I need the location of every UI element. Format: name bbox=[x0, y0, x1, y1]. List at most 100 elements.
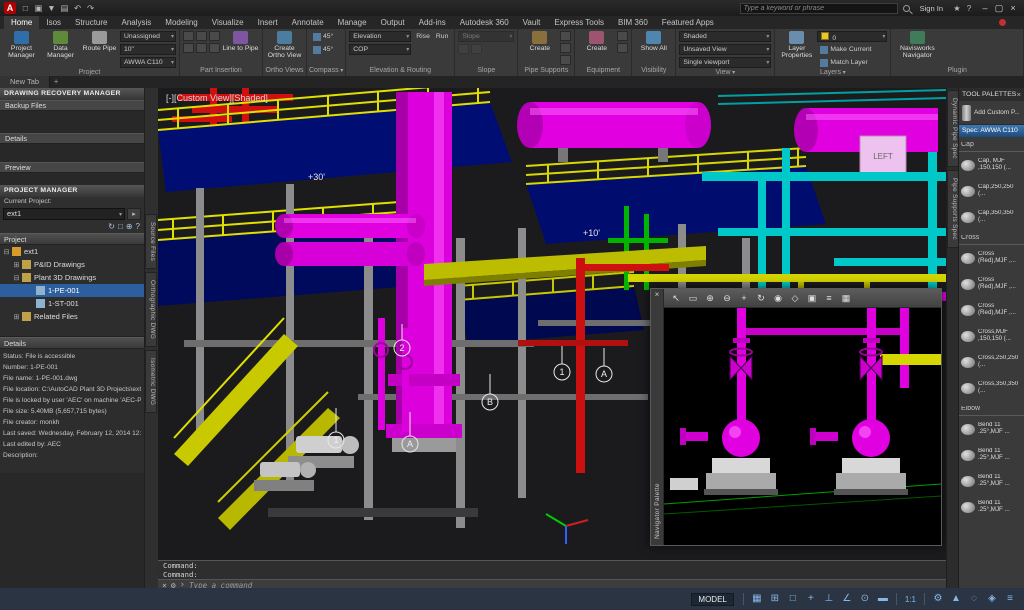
select-icon[interactable]: ↖ bbox=[669, 293, 683, 304]
tool-palette-item[interactable]: Cross (Red),MJF ,... bbox=[959, 271, 1024, 297]
help-icon[interactable]: ? bbox=[963, 4, 975, 13]
annotation-scale-button[interactable]: 1:1 bbox=[902, 595, 919, 604]
create-pipe-support-button[interactable]: Create bbox=[521, 31, 558, 66]
ribbon-tab[interactable]: Structure bbox=[68, 16, 114, 29]
expander-icon[interactable]: ⊟ bbox=[12, 274, 21, 282]
sectioning-icon[interactable]: ≡ bbox=[822, 293, 836, 303]
navigator-close-icon[interactable]: × bbox=[655, 289, 660, 301]
ribbon-tab[interactable]: Insert bbox=[251, 16, 285, 29]
palette-side-tab[interactable]: Isometric DWG bbox=[145, 350, 157, 413]
home-view-icon[interactable]: ▦ bbox=[839, 293, 853, 304]
project-section-header[interactable]: Project bbox=[0, 233, 144, 245]
isolate-objects-icon[interactable]: ◌ bbox=[966, 591, 982, 607]
ribbon-tab[interactable]: BIM 360 bbox=[611, 16, 655, 29]
make-current-button[interactable]: Make Current bbox=[817, 44, 887, 55]
tool-palettes-header[interactable]: TOOL PALETTES × bbox=[959, 88, 1024, 101]
pipe-size-dropdown[interactable]: 10" bbox=[120, 44, 176, 55]
snap-icon[interactable]: ⊞ bbox=[767, 591, 783, 607]
tool-palette-item[interactable]: Cross,MJF ,150,150 (... bbox=[959, 323, 1024, 349]
redo-icon[interactable]: ↷ bbox=[84, 1, 97, 15]
ribbon-tab[interactable]: Featured Apps bbox=[655, 16, 721, 29]
ribbon-tab[interactable]: Autodesk 360 bbox=[453, 16, 516, 29]
project-manager-button[interactable]: Project Manager bbox=[3, 31, 40, 68]
tool-palette-item[interactable]: Elbow bbox=[959, 403, 1024, 416]
new-drawing-icon[interactable]: □ bbox=[118, 221, 123, 233]
equipment-tool-icon[interactable] bbox=[617, 31, 628, 41]
annotation-visibility-icon[interactable]: ▲ bbox=[948, 591, 964, 607]
match-layer-button[interactable]: Match Layer bbox=[817, 57, 887, 68]
tree-item-1-st-001[interactable]: 1-ST-001 bbox=[0, 297, 144, 310]
expander-icon[interactable]: ⊞ bbox=[12, 313, 21, 321]
slope-tool-icon[interactable] bbox=[458, 44, 469, 54]
create-equipment-button[interactable]: Create bbox=[578, 31, 615, 66]
expander-icon[interactable]: ⊞ bbox=[12, 261, 21, 269]
infer-constraints-icon[interactable]: □ bbox=[785, 591, 801, 607]
undo-icon[interactable]: ↶ bbox=[71, 1, 84, 15]
line-to-pipe-button[interactable]: Line to Pipe bbox=[222, 31, 259, 66]
cop-dropdown[interactable]: COP bbox=[349, 44, 411, 55]
panel-label-view[interactable]: View bbox=[676, 68, 774, 76]
ribbon-tab[interactable]: Home bbox=[4, 16, 39, 29]
tree-item-related-files[interactable]: ⊞ Related Files bbox=[0, 310, 144, 323]
open-icon[interactable]: ▣ bbox=[32, 1, 45, 15]
slope-dropdown[interactable]: Slope bbox=[458, 31, 514, 42]
perspective-icon[interactable]: ◇ bbox=[788, 293, 802, 304]
ortho-icon[interactable]: ⊥ bbox=[821, 591, 837, 607]
ribbon-tab[interactable]: Annotate bbox=[285, 16, 331, 29]
ribbon-tab[interactable]: Express Tools bbox=[547, 16, 611, 29]
palette-side-tab[interactable]: Orthographic DWG bbox=[145, 272, 157, 347]
workspace-gear-icon[interactable]: ⚙ bbox=[930, 591, 946, 607]
navigator-palette-window[interactable]: × Navigator Palette ↖▭⊕⊖+↻◉◇▣≡▦ bbox=[650, 288, 942, 546]
ribbon-tab[interactable]: Modeling bbox=[158, 16, 204, 29]
tool-palette-item[interactable]: Cross,250,250 (... bbox=[959, 349, 1024, 375]
lineweight-icon[interactable]: ▬ bbox=[875, 591, 891, 607]
add-custom-part-button[interactable]: Add Custom P... bbox=[959, 101, 1024, 125]
pipe-support-tool-icon[interactable] bbox=[560, 31, 571, 41]
panel-label-project[interactable]: Project bbox=[0, 68, 179, 76]
drawing-recovery-title[interactable]: DRAWING RECOVERY MANAGER bbox=[0, 88, 144, 100]
backup-files-list[interactable] bbox=[0, 111, 144, 133]
navigator-3d-view[interactable] bbox=[664, 308, 941, 545]
save-icon[interactable]: ▼ bbox=[45, 1, 58, 15]
viewport-config-dropdown[interactable]: Single viewport bbox=[679, 57, 771, 68]
elevation-dropdown[interactable]: Elevation bbox=[349, 31, 411, 42]
layer-properties-button[interactable]: Layer Properties bbox=[778, 31, 815, 68]
tool-palette-item[interactable]: Bend 11 .25°,MJF ... bbox=[959, 416, 1024, 442]
attach-drawing-icon[interactable]: ⊕ bbox=[126, 221, 133, 233]
tool-palette-item[interactable]: Cross bbox=[959, 232, 1024, 245]
tool-palette-item[interactable]: Cross (Red),MJF ,... bbox=[959, 297, 1024, 323]
route-pipe-button[interactable]: Route Pipe bbox=[81, 31, 118, 68]
tool-palette-item[interactable]: Cap bbox=[959, 139, 1024, 152]
equipment-tool-icon[interactable] bbox=[617, 43, 628, 53]
panel-label-plugin[interactable]: Plugin bbox=[891, 66, 1023, 76]
favorites-icon[interactable]: ★ bbox=[951, 4, 963, 13]
search-input[interactable] bbox=[740, 3, 898, 14]
model-space-button[interactable]: MODEL bbox=[691, 593, 733, 606]
panel-label-layers[interactable]: Layers bbox=[775, 68, 890, 76]
backup-files-section[interactable]: Backup Files bbox=[0, 100, 144, 111]
slope-tool-icon[interactable] bbox=[471, 44, 482, 54]
grid-icon[interactable]: ▦ bbox=[749, 591, 765, 607]
layer-dropdown[interactable]: 0 bbox=[817, 31, 887, 42]
part-tool-icon[interactable] bbox=[183, 43, 194, 53]
palette-side-tab[interactable]: Source Files bbox=[145, 214, 157, 269]
visual-style-dropdown[interactable]: Shaded bbox=[679, 31, 771, 42]
ribbon-tab[interactable]: Visualize bbox=[205, 16, 251, 29]
graphics-performance-icon[interactable]: ◈ bbox=[984, 591, 1000, 607]
look-around-icon[interactable]: ◉ bbox=[771, 293, 785, 304]
rise-button[interactable]: Rise bbox=[413, 31, 433, 42]
minimize-icon[interactable]: – bbox=[978, 3, 992, 14]
tree-item-1-pe-001[interactable]: 1-PE-001 bbox=[0, 284, 144, 297]
customize-icon[interactable]: ≡ bbox=[1002, 591, 1018, 607]
run-button[interactable]: Run bbox=[433, 31, 451, 42]
ribbon-tab[interactable]: Analysis bbox=[114, 16, 158, 29]
panel-label-ortho-views[interactable]: Ortho Views bbox=[263, 66, 306, 76]
tool-palette-item[interactable]: Cross,350,350 (... bbox=[959, 375, 1024, 401]
navisworks-navigator-button[interactable]: Navisworks Navigator bbox=[894, 31, 940, 66]
panel-label-compass[interactable]: Compass bbox=[307, 66, 345, 76]
panel-label-slope[interactable]: Slope bbox=[455, 66, 517, 76]
file-tab-new[interactable]: New Tab bbox=[0, 76, 50, 88]
viewport-controls-label[interactable]: [-][Custom View][Shaded] bbox=[166, 93, 268, 103]
osnap-icon[interactable]: ⊙ bbox=[857, 591, 873, 607]
pipe-support-tool-icon[interactable] bbox=[560, 55, 571, 65]
